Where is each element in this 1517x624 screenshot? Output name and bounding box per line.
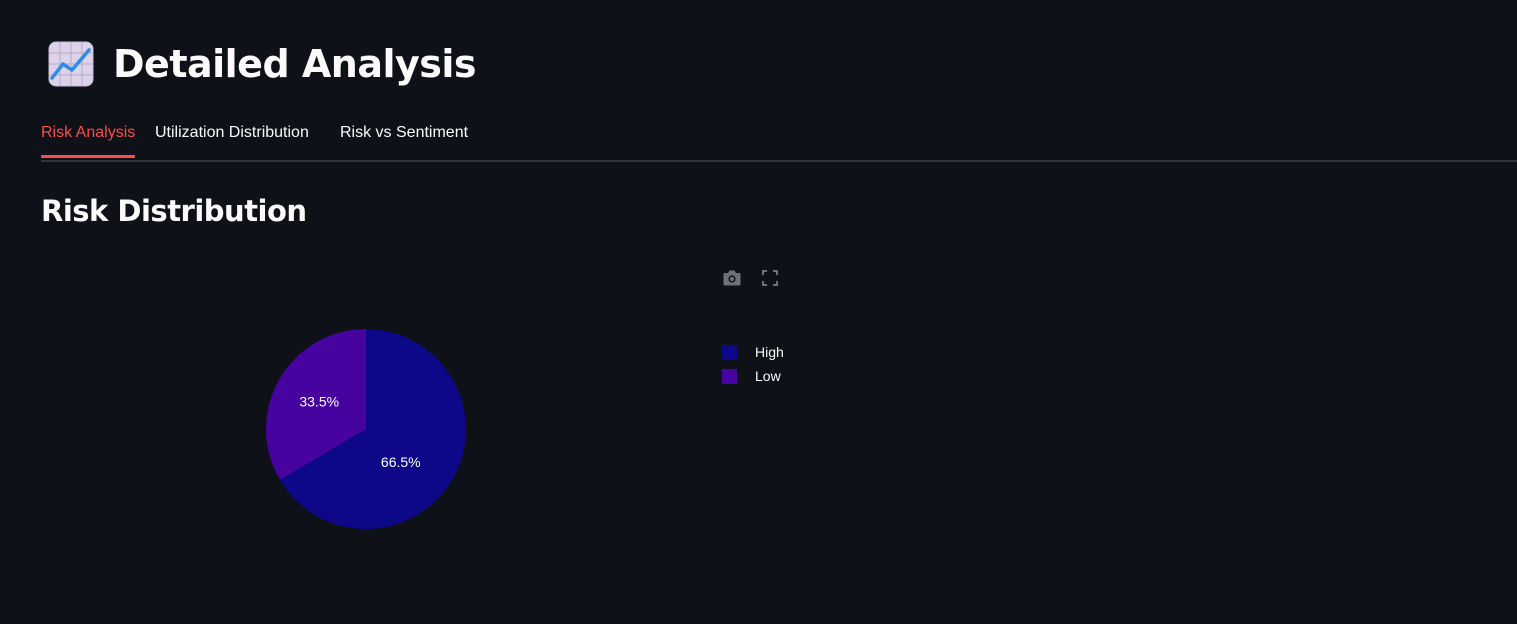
- legend-item-low[interactable]: Low: [722, 364, 784, 388]
- legend-item-high[interactable]: High: [722, 340, 784, 364]
- legend-label: High: [755, 344, 784, 360]
- pie-label-high: 66.5%: [381, 454, 421, 470]
- legend-swatch: [722, 344, 737, 360]
- legend-label: Low: [755, 368, 781, 384]
- chart-modebar: [722, 268, 780, 288]
- chart-legend: High Low: [722, 340, 784, 388]
- pie-label-low: 33.5%: [299, 393, 339, 409]
- fullscreen-icon[interactable]: [760, 268, 780, 288]
- legend-swatch: [722, 368, 737, 384]
- camera-icon[interactable]: [722, 268, 742, 288]
- pie-chart: 66.5% 33.5%: [266, 329, 466, 529]
- app-page: Detailed Analysis Risk Analysis Utilizat…: [0, 0, 1517, 624]
